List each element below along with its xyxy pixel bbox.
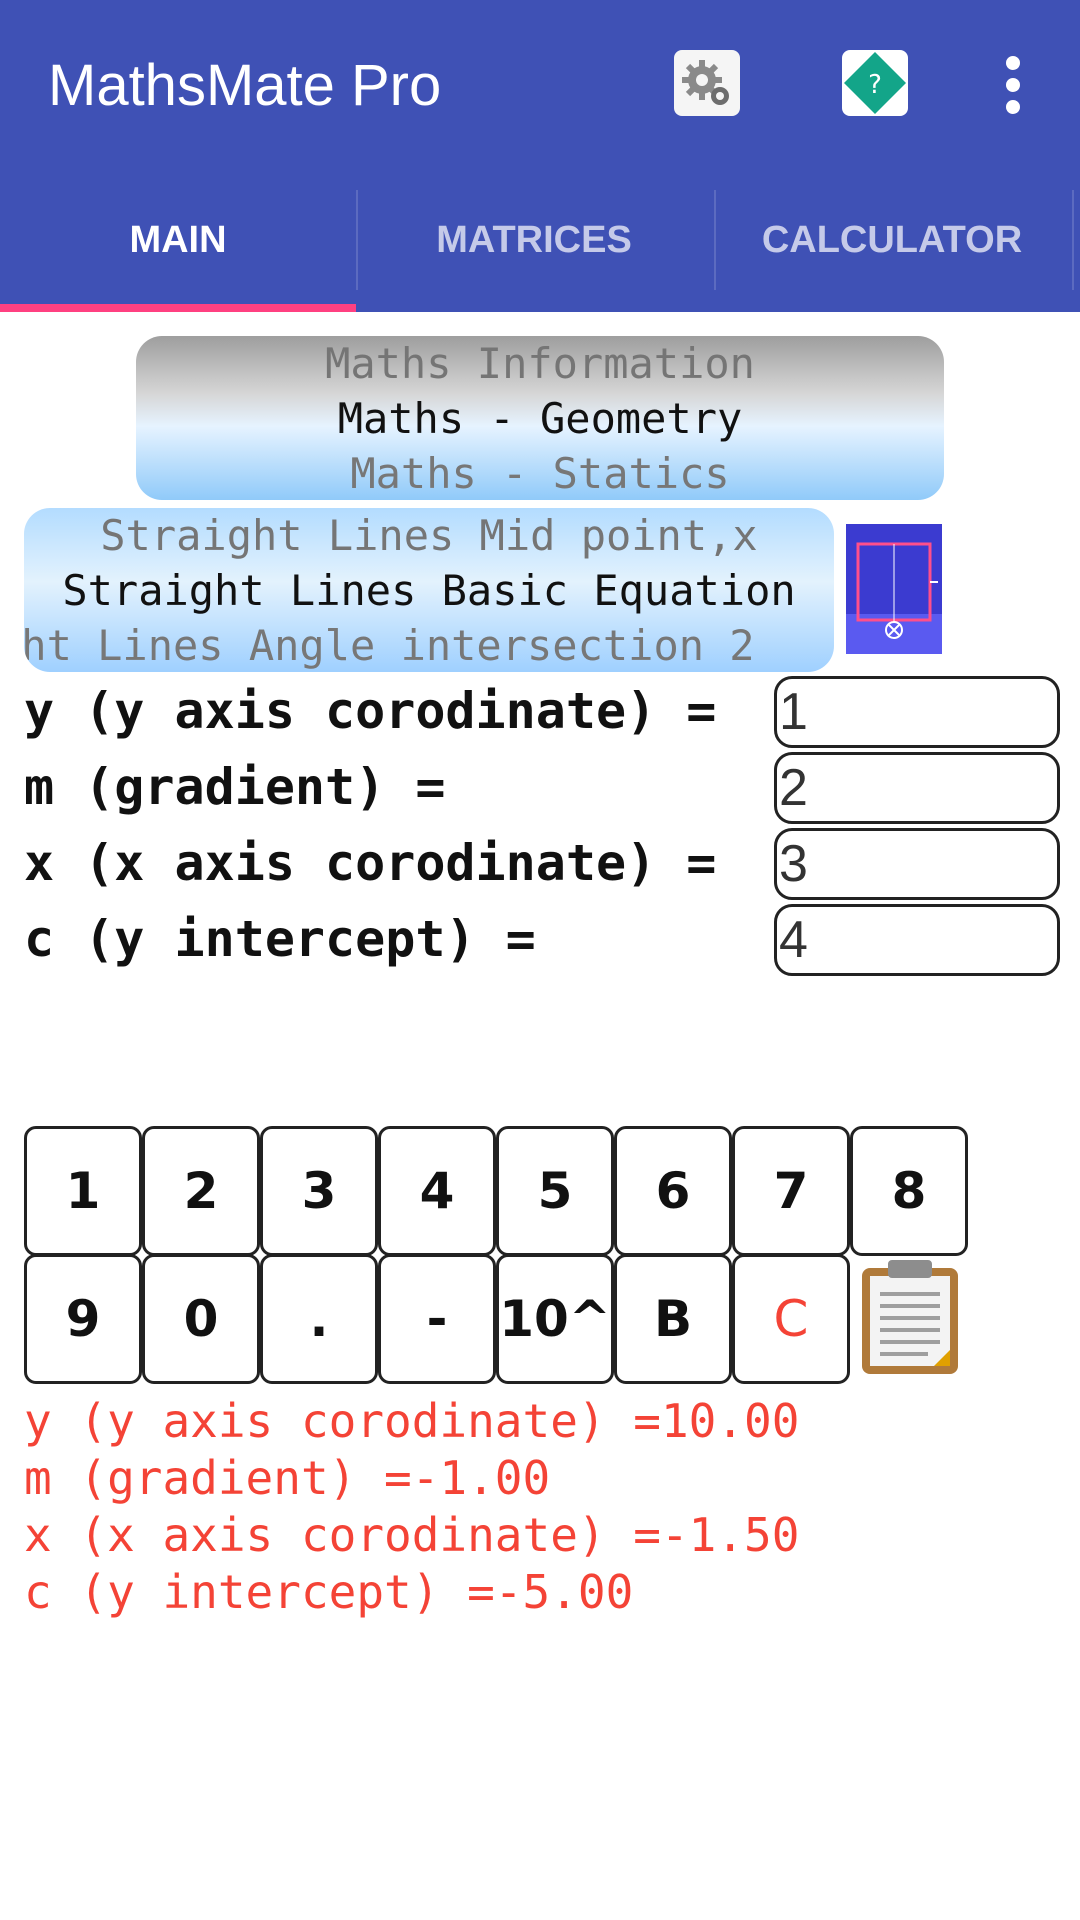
key-2[interactable]: 2 [142, 1126, 260, 1256]
tab-indicator [0, 304, 356, 312]
tab-main[interactable]: MAIN [0, 190, 356, 310]
subtopic-picker[interactable]: Straight Lines Mid point,x Straight Line… [24, 508, 834, 672]
key-clear[interactable]: C [732, 1254, 850, 1384]
topic-picker[interactable]: Maths Information Maths - Geometry Maths… [136, 336, 944, 500]
key-4[interactable]: 4 [378, 1126, 496, 1256]
key-9[interactable]: 9 [24, 1254, 142, 1384]
topic-option[interactable]: Maths - Statics [136, 446, 944, 500]
topic-option-selected[interactable]: Maths - Geometry [136, 391, 944, 446]
input-c[interactable]: 4 [774, 904, 1060, 976]
help-diamond-icon[interactable]: ? [842, 50, 908, 116]
key-backspace[interactable]: B [614, 1254, 732, 1384]
tab-calculator[interactable]: CALCULATOR [714, 190, 1070, 310]
key-7[interactable]: 7 [732, 1126, 850, 1256]
key-6[interactable]: 6 [614, 1126, 732, 1256]
field-label-c: c (y intercept) = [24, 910, 536, 968]
svg-text:?: ? [868, 70, 882, 100]
subtopic-option-selected[interactable]: Straight Lines Basic Equation [24, 563, 834, 618]
key-0[interactable]: 0 [142, 1254, 260, 1384]
app-bar: MathsMate Pro ? MAIN MATRICES CALCULATOR [0, 0, 1080, 312]
input-y[interactable]: 1 [774, 676, 1060, 748]
key-1[interactable]: 1 [24, 1126, 142, 1256]
key-8[interactable]: 8 [850, 1126, 968, 1256]
input-x[interactable]: 3 [774, 828, 1060, 900]
app-title: MathsMate Pro [48, 53, 442, 118]
result-x: x (x axis corodinate) =-1.50 [24, 1508, 800, 1562]
result-c: c (y intercept) =-5.00 [24, 1565, 634, 1619]
key-5[interactable]: 5 [496, 1126, 614, 1256]
field-label-x: x (x axis corodinate) = [24, 834, 717, 892]
key-decimal[interactable]: . [260, 1254, 378, 1384]
subtopic-option[interactable]: ght Lines Angle intersection 2 [24, 618, 834, 672]
field-label-m: m (gradient) = [24, 758, 446, 816]
diagram-thumbnail[interactable] [846, 524, 942, 654]
tab-divider [1072, 190, 1074, 290]
result-m: m (gradient) =-1.00 [24, 1451, 551, 1505]
field-label-y: y (y axis corodinate) = [24, 682, 717, 740]
result-y: y (y axis corodinate) =10.00 [24, 1394, 800, 1448]
topic-option[interactable]: Maths Information [136, 336, 944, 391]
settings-gear-icon[interactable] [674, 50, 740, 116]
tab-matrices[interactable]: MATRICES [356, 190, 712, 310]
key-minus[interactable]: - [378, 1254, 496, 1384]
key-3[interactable]: 3 [260, 1126, 378, 1256]
input-m[interactable]: 2 [774, 752, 1060, 824]
key-power-of-ten[interactable]: 10^ [496, 1254, 614, 1384]
subtopic-option[interactable]: Straight Lines Mid point,x [24, 508, 834, 563]
clipboard-icon[interactable] [858, 1256, 962, 1376]
more-vert-icon[interactable] [996, 56, 1032, 116]
